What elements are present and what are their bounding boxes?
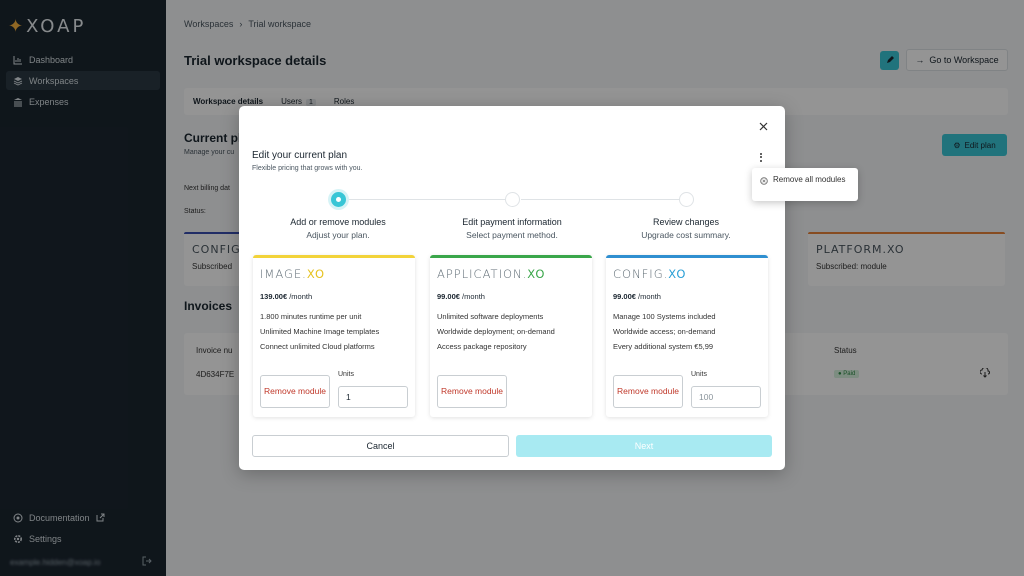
step-description: Upgrade cost summary. [641,230,731,240]
progress-stepper: Add or remove modules Adjust your plan. … [253,192,771,240]
more-options-icon[interactable] [755,150,767,164]
step-description: Adjust your plan. [306,230,370,240]
next-button[interactable]: Next [516,435,772,457]
step-1: Add or remove modules Adjust your plan. [253,192,423,240]
module-card-image: IMAGE.XO 139.00€ /month 1.800 minutes ru… [253,255,415,417]
edit-plan-modal: Edit your current plan Flexible pricing … [239,106,785,470]
module-name: IMAGE.XO [260,267,326,281]
step-description: Select payment method. [466,230,558,240]
modal-subtitle: Flexible pricing that grows with you. [252,165,363,172]
feature-item: Access package repository [437,342,527,351]
feature-item: Unlimited software deployments [437,312,544,321]
remove-module-button[interactable]: Remove module [260,375,330,408]
module-features: 1.800 minutes runtime per unit Unlimited… [260,309,415,354]
remove-module-button[interactable]: Remove module [613,375,683,408]
units-label: Units [691,371,707,378]
feature-item: Connect unlimited Cloud platforms [260,342,375,351]
feature-item: Every additional system €5,99 [613,342,714,351]
card-accent-bar [253,255,415,258]
step-title: Review changes [652,217,720,227]
feature-item: Manage 100 Systems included [613,312,716,321]
step-indicator [678,192,694,207]
units-label: Units [338,371,354,378]
modal-title: Edit your current plan [252,150,348,161]
options-menu: Remove all modules [752,168,858,201]
module-name: APPLICATION.XO [437,267,546,281]
units-input[interactable] [338,386,408,408]
module-price: 99.00€ /month [613,292,661,301]
step-indicator-active [330,192,346,207]
module-card-config: CONFIG.XO 99.00€ /month Manage 100 Syste… [606,255,768,417]
remove-circle-icon [760,177,768,187]
close-icon[interactable] [757,120,769,132]
units-input[interactable] [691,386,761,408]
cancel-button[interactable]: Cancel [252,435,509,457]
feature-item: Unlimited Machine Image templates [260,327,380,336]
feature-item: Worldwide deployment; on-demand [437,327,555,336]
card-accent-bar [606,255,768,258]
module-features: Manage 100 Systems included Worldwide ac… [613,309,768,354]
step-indicator [504,192,520,207]
step-2: Edit payment information Select payment … [427,192,597,240]
module-price: 139.00€ /month [260,292,313,301]
module-card-application: APPLICATION.XO 99.00€ /month Unlimited s… [430,255,592,417]
step-3: Review changes Upgrade cost summary. [601,192,771,240]
card-accent-bar [430,255,592,258]
step-title: Add or remove modules [290,217,386,227]
remove-all-modules-option[interactable]: Remove all modules [773,176,845,184]
module-features: Unlimited software deployments Worldwide… [437,309,592,354]
feature-item: 1.800 minutes runtime per unit [260,312,362,321]
remove-module-button[interactable]: Remove module [437,375,507,408]
module-name: CONFIG.XO [613,267,687,281]
module-price: 99.00€ /month [437,292,485,301]
feature-item: Worldwide access; on-demand [613,327,716,336]
step-title: Edit payment information [462,217,562,227]
